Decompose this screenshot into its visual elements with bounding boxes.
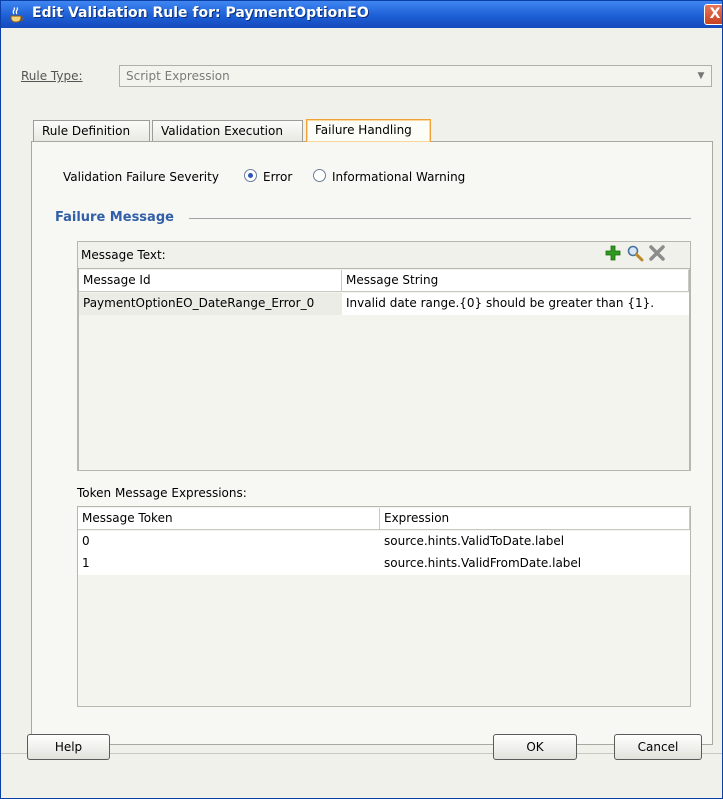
column-header-expression[interactable]: Expression [380,508,690,530]
tab-validation-execution[interactable]: Validation Execution [152,120,303,141]
dialog-title: Edit Validation Rule for: PaymentOptionE… [32,5,369,21]
rule-type-select[interactable]: Script Expression ▼ [119,65,712,87]
token-cell[interactable]: 1 [78,553,380,575]
chevron-down-icon: ▼ [697,71,705,81]
failure-message-heading: Failure Message [55,210,174,225]
close-icon: X [709,6,721,22]
error-radio[interactable] [244,169,257,182]
cancel-button[interactable]: Cancel [614,734,702,760]
help-button[interactable]: Help [27,734,110,760]
expression-cell[interactable]: source.hints.ValidFromDate.label [380,553,690,575]
message-id-cell[interactable]: PaymentOptionEO_DateRange_Error_0 [79,293,342,315]
tab-failure-handling[interactable]: Failure Handling [306,119,431,142]
message-string-cell[interactable]: Invalid date range.{0} should be greater… [342,293,689,315]
token-expressions-label: Token Message Expressions: [77,486,247,500]
error-radio-label[interactable]: Error [263,170,292,184]
column-header-message-string[interactable]: Message String [342,270,689,292]
message-text-label: Message Text: [81,248,166,262]
dialog-window: Edit Validation Rule for: PaymentOptionE… [0,0,723,799]
rule-type-label: Rule Type: [21,69,83,83]
title-bar[interactable]: Edit Validation Rule for: PaymentOptionE… [1,1,722,28]
radio-selected-dot [248,173,253,178]
delete-icon[interactable] [648,244,666,262]
tab-rule-definition[interactable]: Rule Definition [33,120,150,141]
search-icon[interactable] [626,244,644,262]
close-button[interactable]: X [704,4,722,25]
token-cell[interactable]: 0 [78,531,380,553]
warning-radio-label[interactable]: Informational Warning [332,170,465,184]
expression-cell[interactable]: source.hints.ValidToDate.label [380,531,690,553]
column-header-message-id[interactable]: Message Id [79,270,342,292]
section-divider [189,218,691,219]
ok-button[interactable]: OK [493,734,577,760]
add-icon[interactable] [604,244,622,262]
column-header-message-token[interactable]: Message Token [78,508,380,530]
rule-type-value: Script Expression [126,69,230,83]
warning-radio[interactable] [313,169,326,182]
severity-label: Validation Failure Severity [63,170,219,184]
java-cup-icon [9,7,25,23]
